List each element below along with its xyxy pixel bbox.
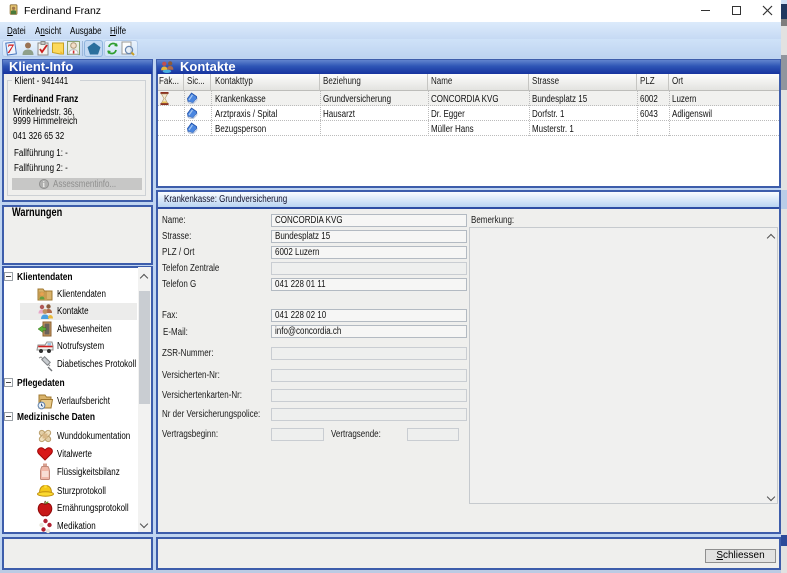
svg-text:7: 7: [7, 41, 14, 56]
